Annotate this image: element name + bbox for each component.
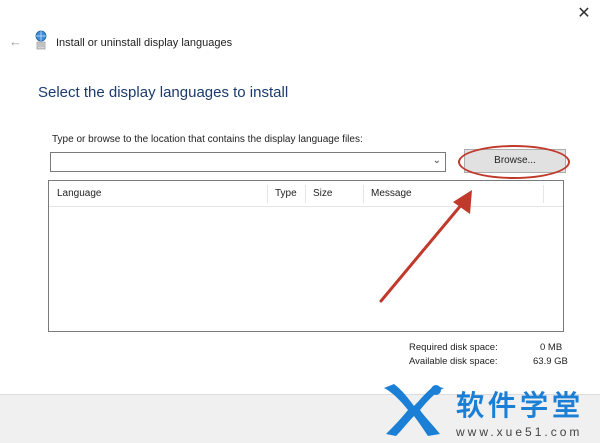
path-combobox[interactable]: ⌄ bbox=[50, 152, 446, 172]
watermark-url: www.xue51.com bbox=[456, 425, 583, 439]
column-header-message[interactable]: Message bbox=[363, 181, 543, 207]
watermark-title: 软件学堂 bbox=[456, 390, 585, 421]
window-close-button[interactable]: ✕ bbox=[574, 4, 594, 24]
column-header-language[interactable]: Language bbox=[49, 181, 267, 207]
required-space-label: Required disk space: bbox=[409, 342, 498, 353]
path-input[interactable] bbox=[51, 153, 429, 171]
window-title: Install or uninstall display languages bbox=[56, 37, 233, 49]
chevron-down-icon[interactable]: ⌄ bbox=[433, 155, 441, 166]
required-space-value: 0 MB bbox=[540, 342, 563, 353]
available-space-label: Available disk space: bbox=[409, 356, 498, 367]
globe-app-icon bbox=[35, 30, 47, 50]
browse-button[interactable]: Browse... bbox=[464, 149, 566, 173]
path-instruction-label: Type or browse to the location that cont… bbox=[52, 134, 363, 145]
page-heading: Select the display languages to install bbox=[38, 84, 289, 101]
back-arrow-icon[interactable]: ← bbox=[9, 34, 22, 49]
column-header-size[interactable]: Size bbox=[305, 181, 363, 207]
list-header: Language Type Size Message bbox=[49, 181, 563, 207]
column-divider[interactable] bbox=[543, 185, 544, 203]
column-header-type[interactable]: Type bbox=[267, 181, 305, 207]
available-space-value: 63.9 GB bbox=[533, 356, 568, 367]
xue51-logo-icon bbox=[384, 384, 444, 436]
language-list[interactable]: Language Type Size Message bbox=[48, 180, 564, 332]
